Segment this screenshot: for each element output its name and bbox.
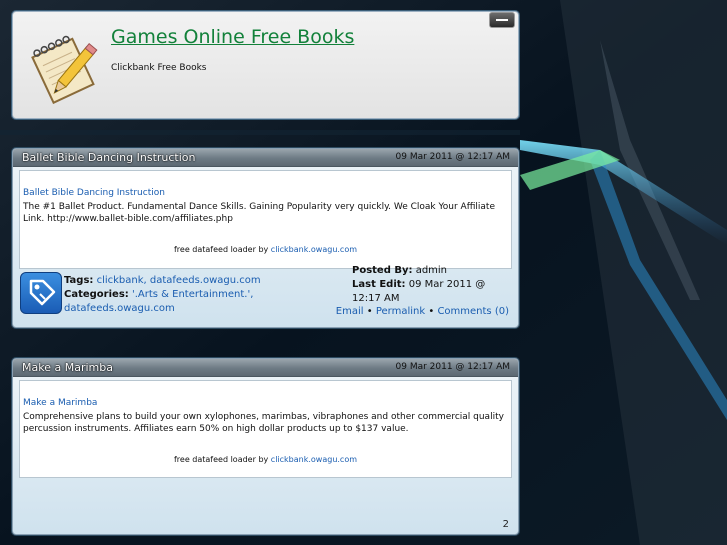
datafeed-loader-credit: free datafeed loader by clickbank.owagu.… bbox=[20, 455, 511, 464]
notepad-pencil-icon bbox=[31, 35, 98, 104]
site-title[interactable]: Games Online Free Books bbox=[111, 26, 354, 48]
post-description: Comprehensive plans to build your own xy… bbox=[23, 412, 504, 434]
post-actions: Email • Permalink • Comments (0) bbox=[336, 306, 509, 317]
post-titlebar: Ballet Bible Dancing Instruction 09 Mar … bbox=[13, 149, 518, 167]
post-link[interactable]: Make a Marimba bbox=[23, 398, 97, 408]
post-card: Make a Marimba 09 Mar 2011 @ 12:17 AM Ma… bbox=[12, 358, 519, 535]
post-title[interactable]: Make a Marimba bbox=[22, 361, 113, 374]
loader-link[interactable]: clickbank.owagu.com bbox=[271, 455, 357, 464]
minimize-icon bbox=[496, 19, 508, 21]
loader-link[interactable]: clickbank.owagu.com bbox=[271, 245, 357, 254]
post-card: Ballet Bible Dancing Instruction 09 Mar … bbox=[12, 148, 519, 328]
post-date: 09 Mar 2011 @ 12:17 AM bbox=[395, 152, 511, 162]
page-number[interactable]: 2 bbox=[503, 519, 509, 530]
post-meta: Posted By: admin Last Edit: 09 Mar 2011 … bbox=[352, 264, 512, 306]
post-date: 09 Mar 2011 @ 12:17 AM bbox=[395, 362, 511, 372]
posted-by-label: Posted By: bbox=[352, 265, 413, 276]
site-subtitle: Clickbank Free Books bbox=[111, 63, 207, 73]
permalink-link[interactable]: Permalink bbox=[376, 306, 425, 317]
datafeed-loader-credit: free datafeed loader by clickbank.owagu.… bbox=[20, 245, 511, 254]
loader-prefix: free datafeed loader by bbox=[173, 455, 269, 464]
post-taxonomy: Tags: clickbank, datafeeds.owagu.com Cat… bbox=[64, 274, 324, 316]
site-header: Games Online Free Books Clickbank Free B… bbox=[12, 11, 519, 119]
separator: • bbox=[428, 306, 435, 317]
post-title[interactable]: Ballet Bible Dancing Instruction bbox=[22, 151, 196, 164]
post-content: Ballet Bible Dancing Instruction The #1 … bbox=[19, 170, 512, 269]
post-link[interactable]: Ballet Bible Dancing Instruction bbox=[23, 188, 165, 198]
post-content: Make a Marimba Comprehensive plans to bu… bbox=[19, 380, 512, 478]
tag-icon bbox=[20, 272, 62, 314]
comments-link[interactable]: Comments (0) bbox=[437, 306, 509, 317]
tags-label: Tags: bbox=[64, 275, 94, 286]
last-edit-label: Last Edit: bbox=[352, 279, 406, 290]
minimize-button[interactable] bbox=[489, 12, 515, 28]
separator: • bbox=[366, 306, 373, 317]
email-link[interactable]: Email bbox=[336, 306, 364, 317]
loader-prefix: free datafeed loader by bbox=[173, 245, 269, 254]
categories-label: Categories: bbox=[64, 289, 129, 300]
posted-by-value: admin bbox=[415, 265, 448, 276]
tags-value[interactable]: clickbank, datafeeds.owagu.com bbox=[97, 275, 261, 286]
post-titlebar: Make a Marimba 09 Mar 2011 @ 12:17 AM bbox=[13, 359, 518, 377]
post-description: The #1 Ballet Product. Fundamental Dance… bbox=[23, 202, 495, 224]
